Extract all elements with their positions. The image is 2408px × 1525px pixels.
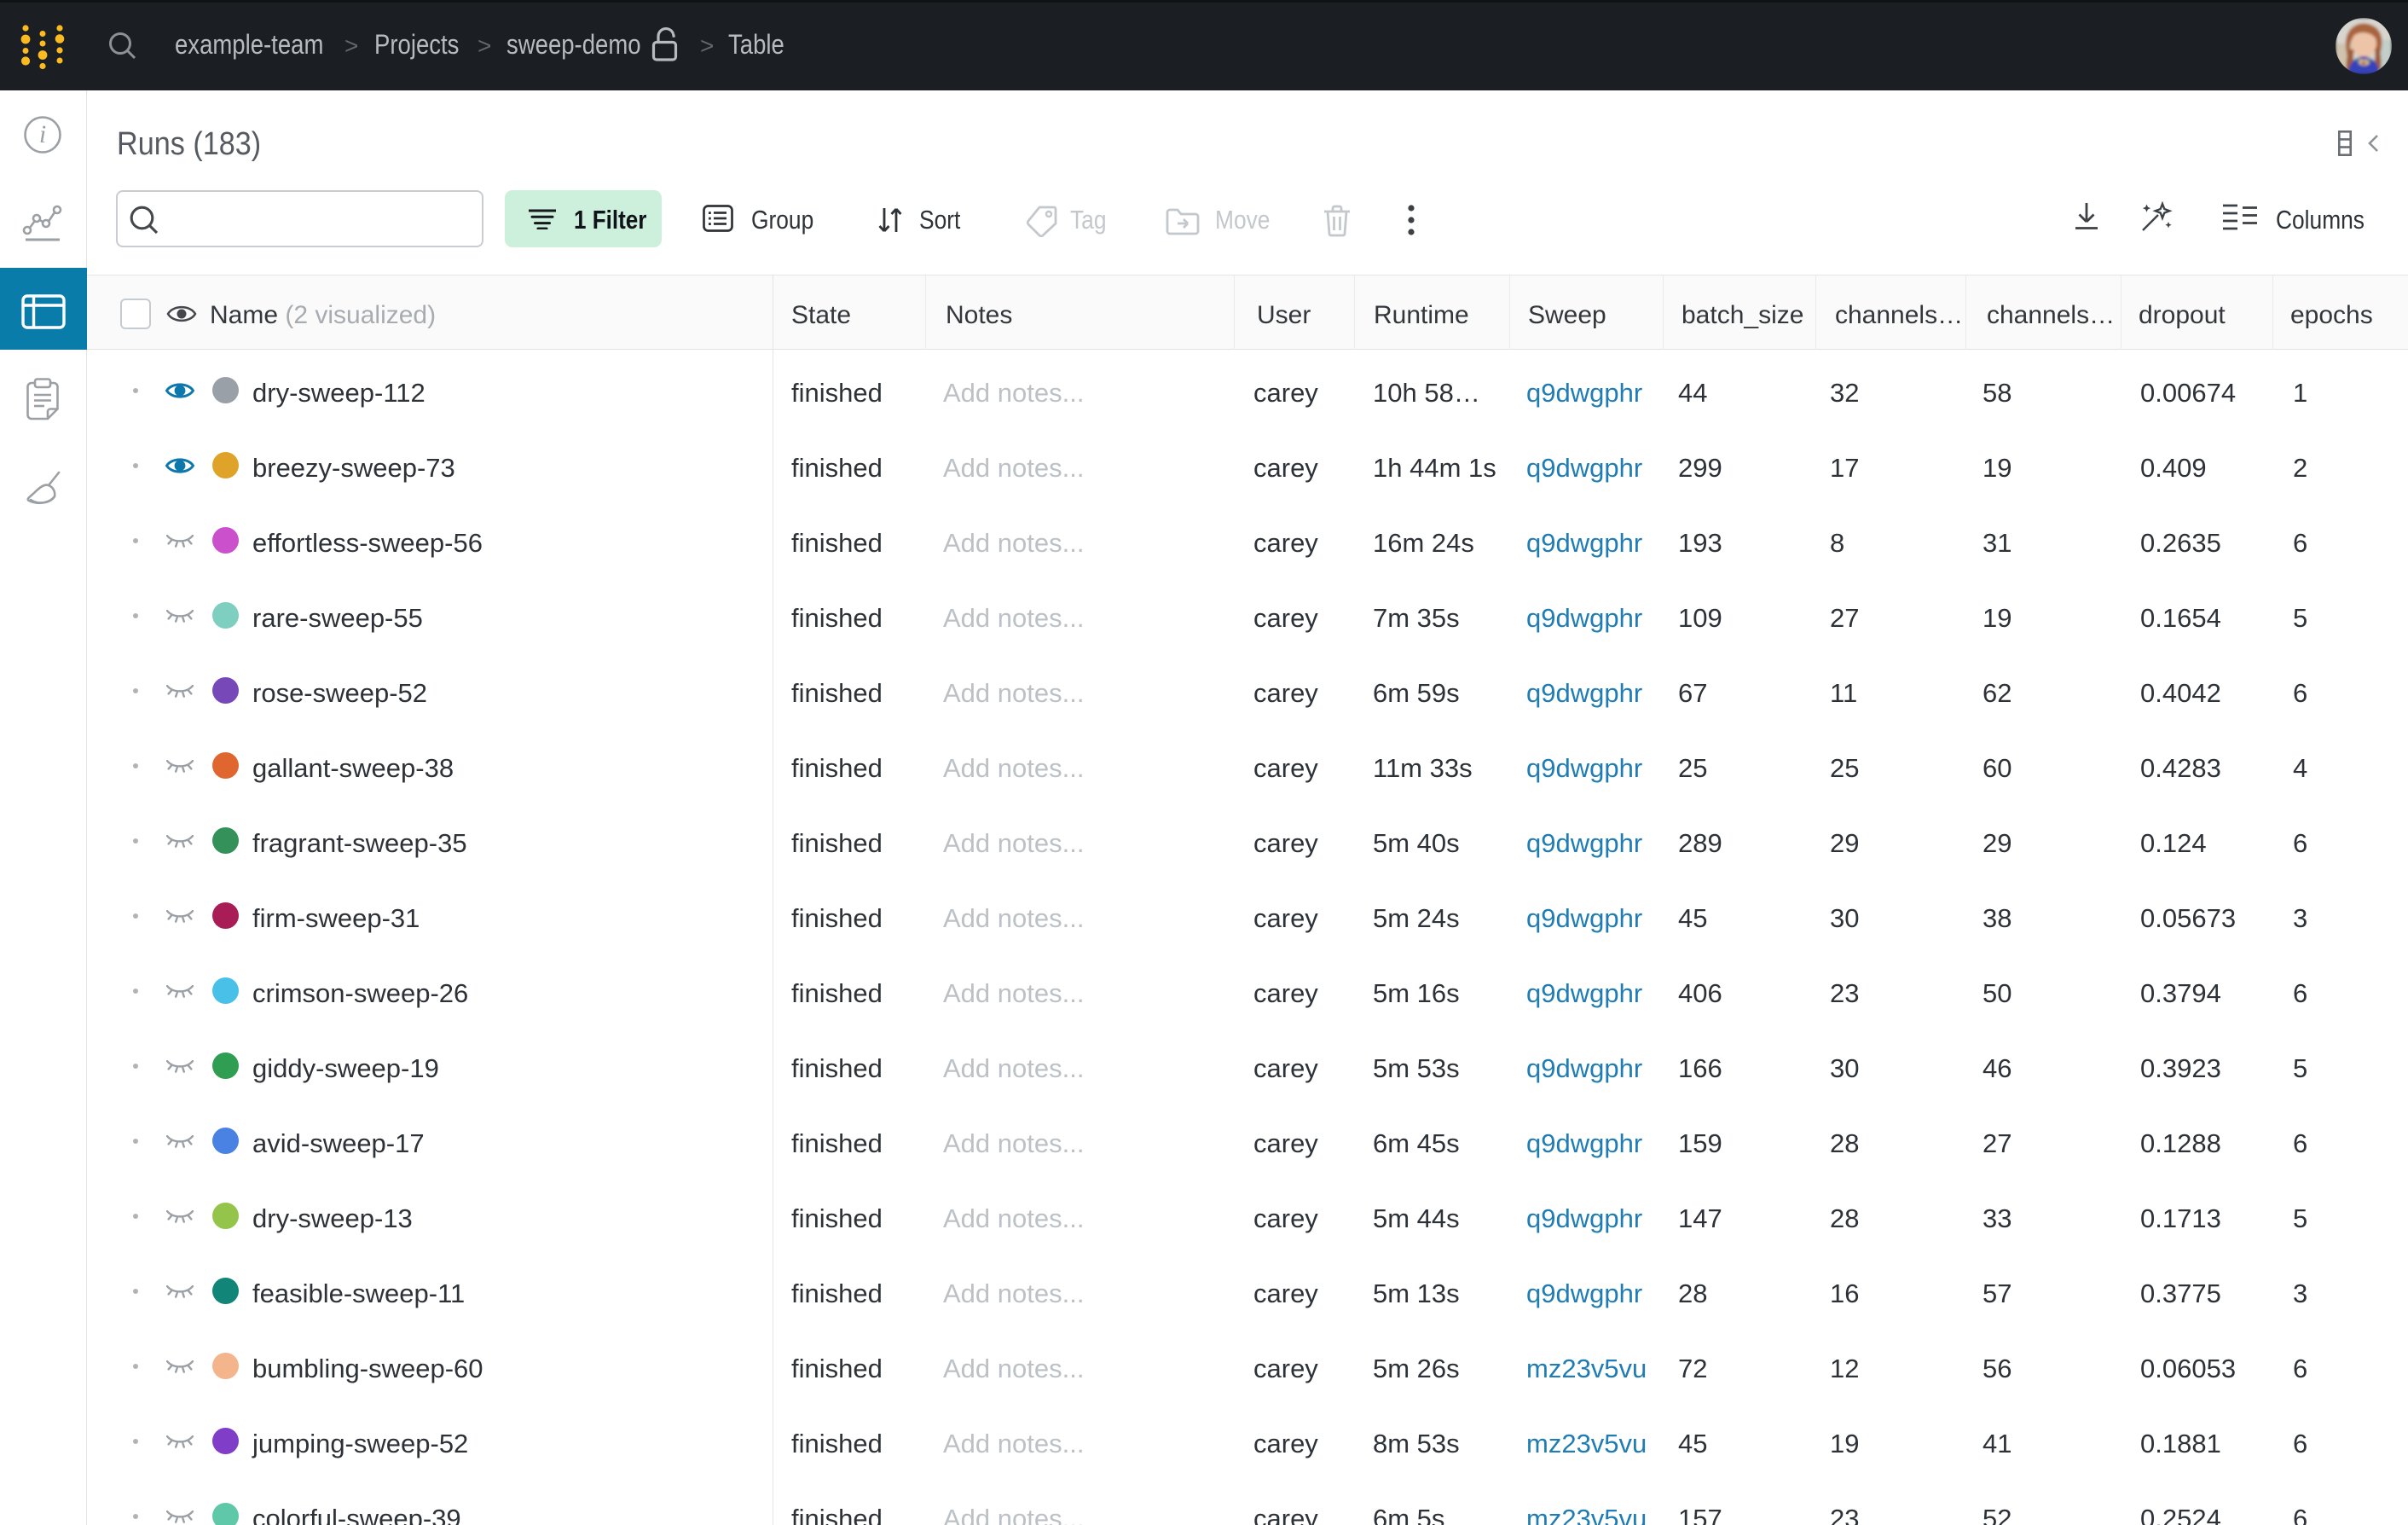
svg-text:i: i (39, 120, 46, 148)
